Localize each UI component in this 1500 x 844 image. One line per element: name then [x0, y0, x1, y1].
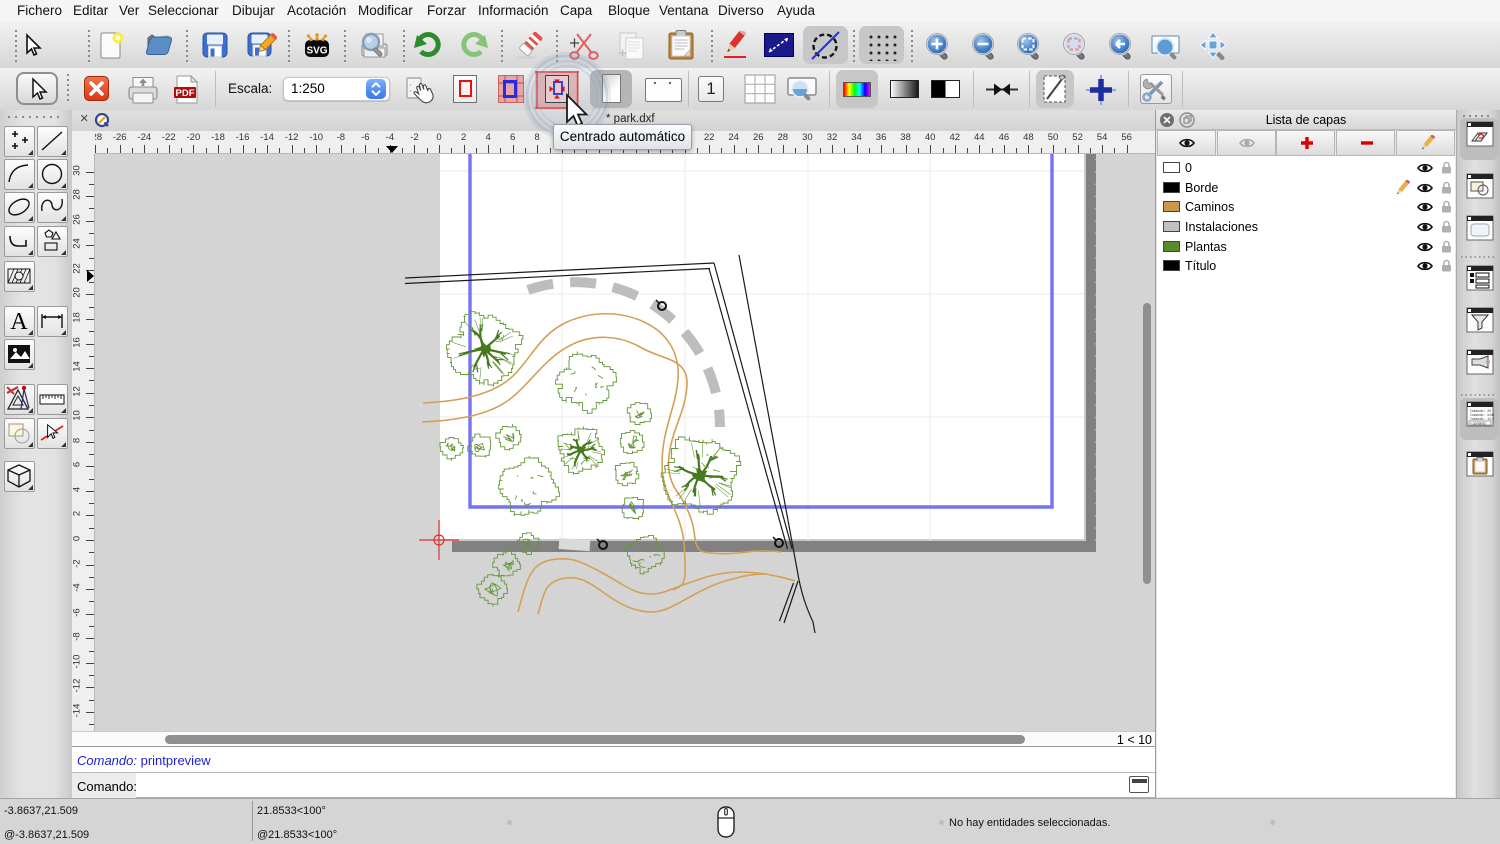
- svg-text:A: A: [10, 309, 28, 335]
- svg-text:Comando: 14.5: Comando: 14.5: [1470, 417, 1494, 421]
- svg-text:PDF: PDF: [176, 88, 195, 99]
- svg-text:SVG: SVG: [306, 46, 327, 57]
- svg-text:< comando: < comando: [1470, 421, 1486, 425]
